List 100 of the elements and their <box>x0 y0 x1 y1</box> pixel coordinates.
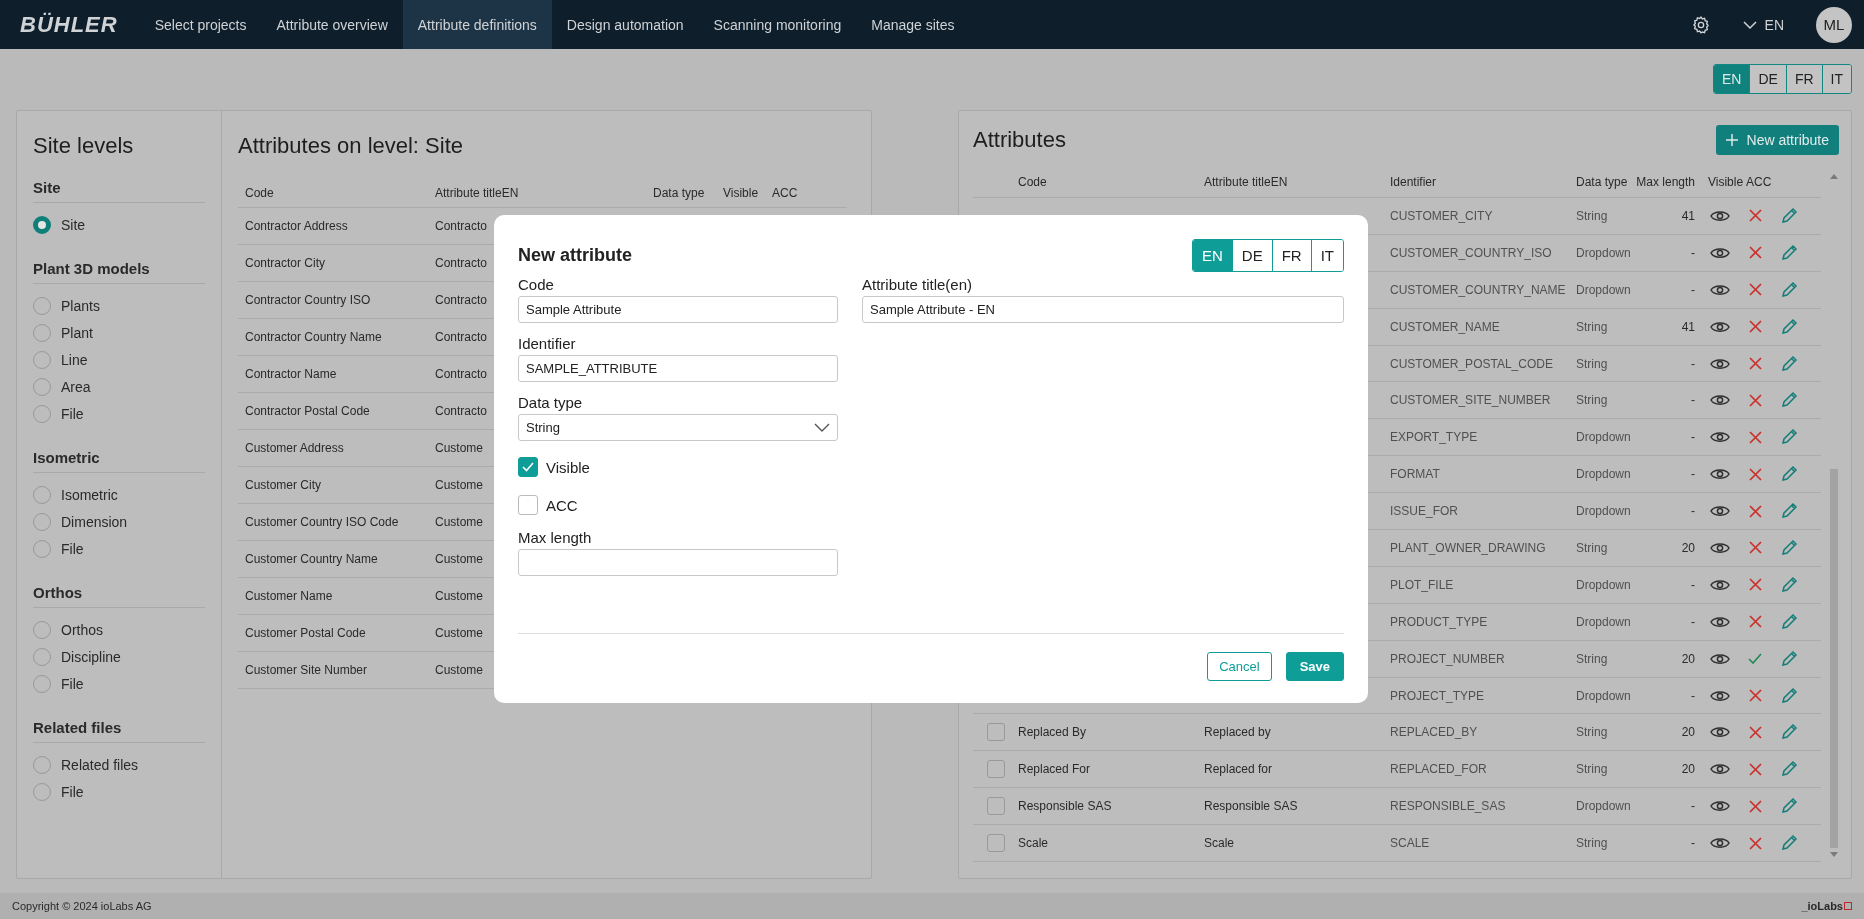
language-tab[interactable]: EN <box>1713 65 1750 93</box>
pencil-icon[interactable] <box>1780 834 1798 853</box>
radio-label[interactable]: Isometric <box>61 486 118 503</box>
pencil-icon[interactable] <box>1780 243 1798 262</box>
text-field[interactable]: Sample Attribute <box>518 296 838 323</box>
scroll-down-icon[interactable] <box>1830 852 1838 858</box>
radio-button[interactable] <box>33 215 51 234</box>
table-cell: Custome <box>435 663 484 677</box>
column-header: Attribute titleEN <box>1203 175 1289 189</box>
column-header: Code <box>1017 175 1048 189</box>
language-tab[interactable]: DE <box>1749 65 1786 93</box>
scroll-up-icon[interactable] <box>1830 173 1838 179</box>
radio-label[interactable]: Plants <box>61 297 100 314</box>
language-dropdown[interactable]: EN <box>1736 15 1790 34</box>
table-cell: Custome <box>435 515 484 529</box>
table-cell-text: PRODUCT_TYPE <box>1389 614 1489 629</box>
pencil-icon[interactable] <box>1780 649 1798 668</box>
radio-label[interactable]: File <box>61 675 84 692</box>
group-title: Plant 3D models <box>33 260 205 284</box>
checkbox[interactable] <box>518 495 538 515</box>
pencil-icon[interactable] <box>1780 538 1798 557</box>
table-cell-text: 20 <box>1680 725 1696 740</box>
pencil-icon[interactable] <box>1780 428 1798 447</box>
row-checkbox[interactable] <box>987 760 1005 779</box>
settings-icon[interactable] <box>1690 14 1711 35</box>
radio-label[interactable]: File <box>61 783 84 800</box>
radio-label[interactable]: Site <box>61 216 86 233</box>
checkbox-label[interactable]: Visible <box>546 458 590 476</box>
table-cell-text: SCALE <box>1389 836 1431 851</box>
chevron-down-icon <box>1742 19 1757 30</box>
panel-title: Attributes <box>973 127 1066 153</box>
row-checkbox[interactable] <box>987 723 1005 742</box>
radio-label[interactable]: File <box>61 540 84 557</box>
table-cell-text: CUSTOMER_SITE_NUMBER <box>1389 393 1552 408</box>
group-title: Isometric <box>33 449 205 473</box>
radio-label[interactable]: Dimension <box>61 513 128 530</box>
language-tab[interactable]: IT <box>1821 65 1851 93</box>
user-avatar[interactable]: ML <box>1816 6 1852 43</box>
table-cell-text: - <box>1690 467 1696 482</box>
nav-tab[interactable]: Attribute definitions <box>402 0 552 49</box>
table-cell-text: String <box>1575 356 1609 371</box>
checkbox[interactable] <box>518 457 538 477</box>
table-cell: Contractor Country ISO <box>245 293 371 307</box>
table-cell-text: Scale <box>1017 836 1050 851</box>
radio-label[interactable]: Line <box>61 351 88 368</box>
pencil-icon[interactable] <box>1780 723 1798 742</box>
table-cell-text: Dropdown <box>1575 504 1629 519</box>
table-cell-text: PROJECT_TYPE <box>1389 688 1486 703</box>
row-checkbox[interactable] <box>987 834 1005 853</box>
radio-label[interactable]: Orthos <box>61 621 103 638</box>
copyright-text: Copyright © 2024 ioLabs AG <box>12 900 152 912</box>
pencil-icon[interactable] <box>1780 686 1798 705</box>
pencil-icon[interactable] <box>1780 280 1798 299</box>
pencil-icon[interactable] <box>1780 391 1798 410</box>
radio-label[interactable]: Plant <box>61 324 93 341</box>
nav-tab[interactable]: Manage sites <box>856 0 970 49</box>
pencil-icon[interactable] <box>1780 465 1798 484</box>
table-cell-text: String <box>1575 762 1609 777</box>
table-cell-text: Dropdown <box>1575 614 1629 629</box>
pencil-icon[interactable] <box>1780 760 1798 779</box>
table-cell-text: String <box>1575 836 1609 851</box>
table-cell: Contracto <box>435 367 488 381</box>
pencil-icon[interactable] <box>1780 797 1798 816</box>
table-cell: Contracto <box>435 404 488 418</box>
pencil-icon[interactable] <box>1780 317 1798 336</box>
pencil-icon[interactable] <box>1780 354 1798 373</box>
row-checkbox[interactable] <box>987 797 1005 816</box>
radio-label[interactable]: Area <box>61 378 91 395</box>
table-cell-text: CUSTOMER_NAME <box>1389 319 1501 334</box>
nav-tab[interactable]: Scanning monitoring <box>698 0 857 49</box>
table-cell-text: Replaced by <box>1203 725 1272 740</box>
language-tab[interactable]: FR <box>1785 65 1822 93</box>
text-field[interactable]: SAMPLE_ATTRIBUTE <box>518 355 838 382</box>
column-header: Max length <box>1635 175 1696 189</box>
checkbox-label[interactable]: ACC <box>546 496 578 514</box>
text-field[interactable] <box>518 549 838 576</box>
table-cell: Contracto <box>435 256 488 270</box>
nav-tab[interactable]: Attribute overview <box>261 0 403 49</box>
brand-logo[interactable]: BÜHLER <box>20 11 118 38</box>
nav-tab[interactable]: Select projects <box>139 0 262 49</box>
text-field[interactable]: Sample Attribute - EN <box>862 296 1344 323</box>
radio-label[interactable]: Discipline <box>61 648 121 665</box>
chevron-down-icon <box>814 422 830 433</box>
pencil-icon[interactable] <box>1780 502 1798 521</box>
language-tab[interactable]: IT <box>1310 240 1343 271</box>
radio-label[interactable]: Related files <box>61 756 139 773</box>
dropdown-field[interactable]: String <box>518 414 838 441</box>
pencil-icon[interactable] <box>1780 575 1798 594</box>
table-cell-text: - <box>1690 836 1696 851</box>
radio-label[interactable]: File <box>61 405 84 422</box>
table-cell-text: PLANT_OWNER_DRAWING <box>1389 540 1547 555</box>
table-cell-text: - <box>1690 356 1696 371</box>
pencil-icon[interactable] <box>1780 206 1798 225</box>
nav-tab[interactable]: Design automation <box>551 0 699 49</box>
pencil-icon[interactable] <box>1780 612 1798 631</box>
plus-icon <box>1725 134 1738 146</box>
table-cell-text: - <box>1690 393 1696 408</box>
new-attribute-button[interactable]: New attribute <box>1715 125 1839 155</box>
table-cell: Contractor City <box>245 256 326 270</box>
table-cell-text: Dropdown <box>1575 467 1629 482</box>
